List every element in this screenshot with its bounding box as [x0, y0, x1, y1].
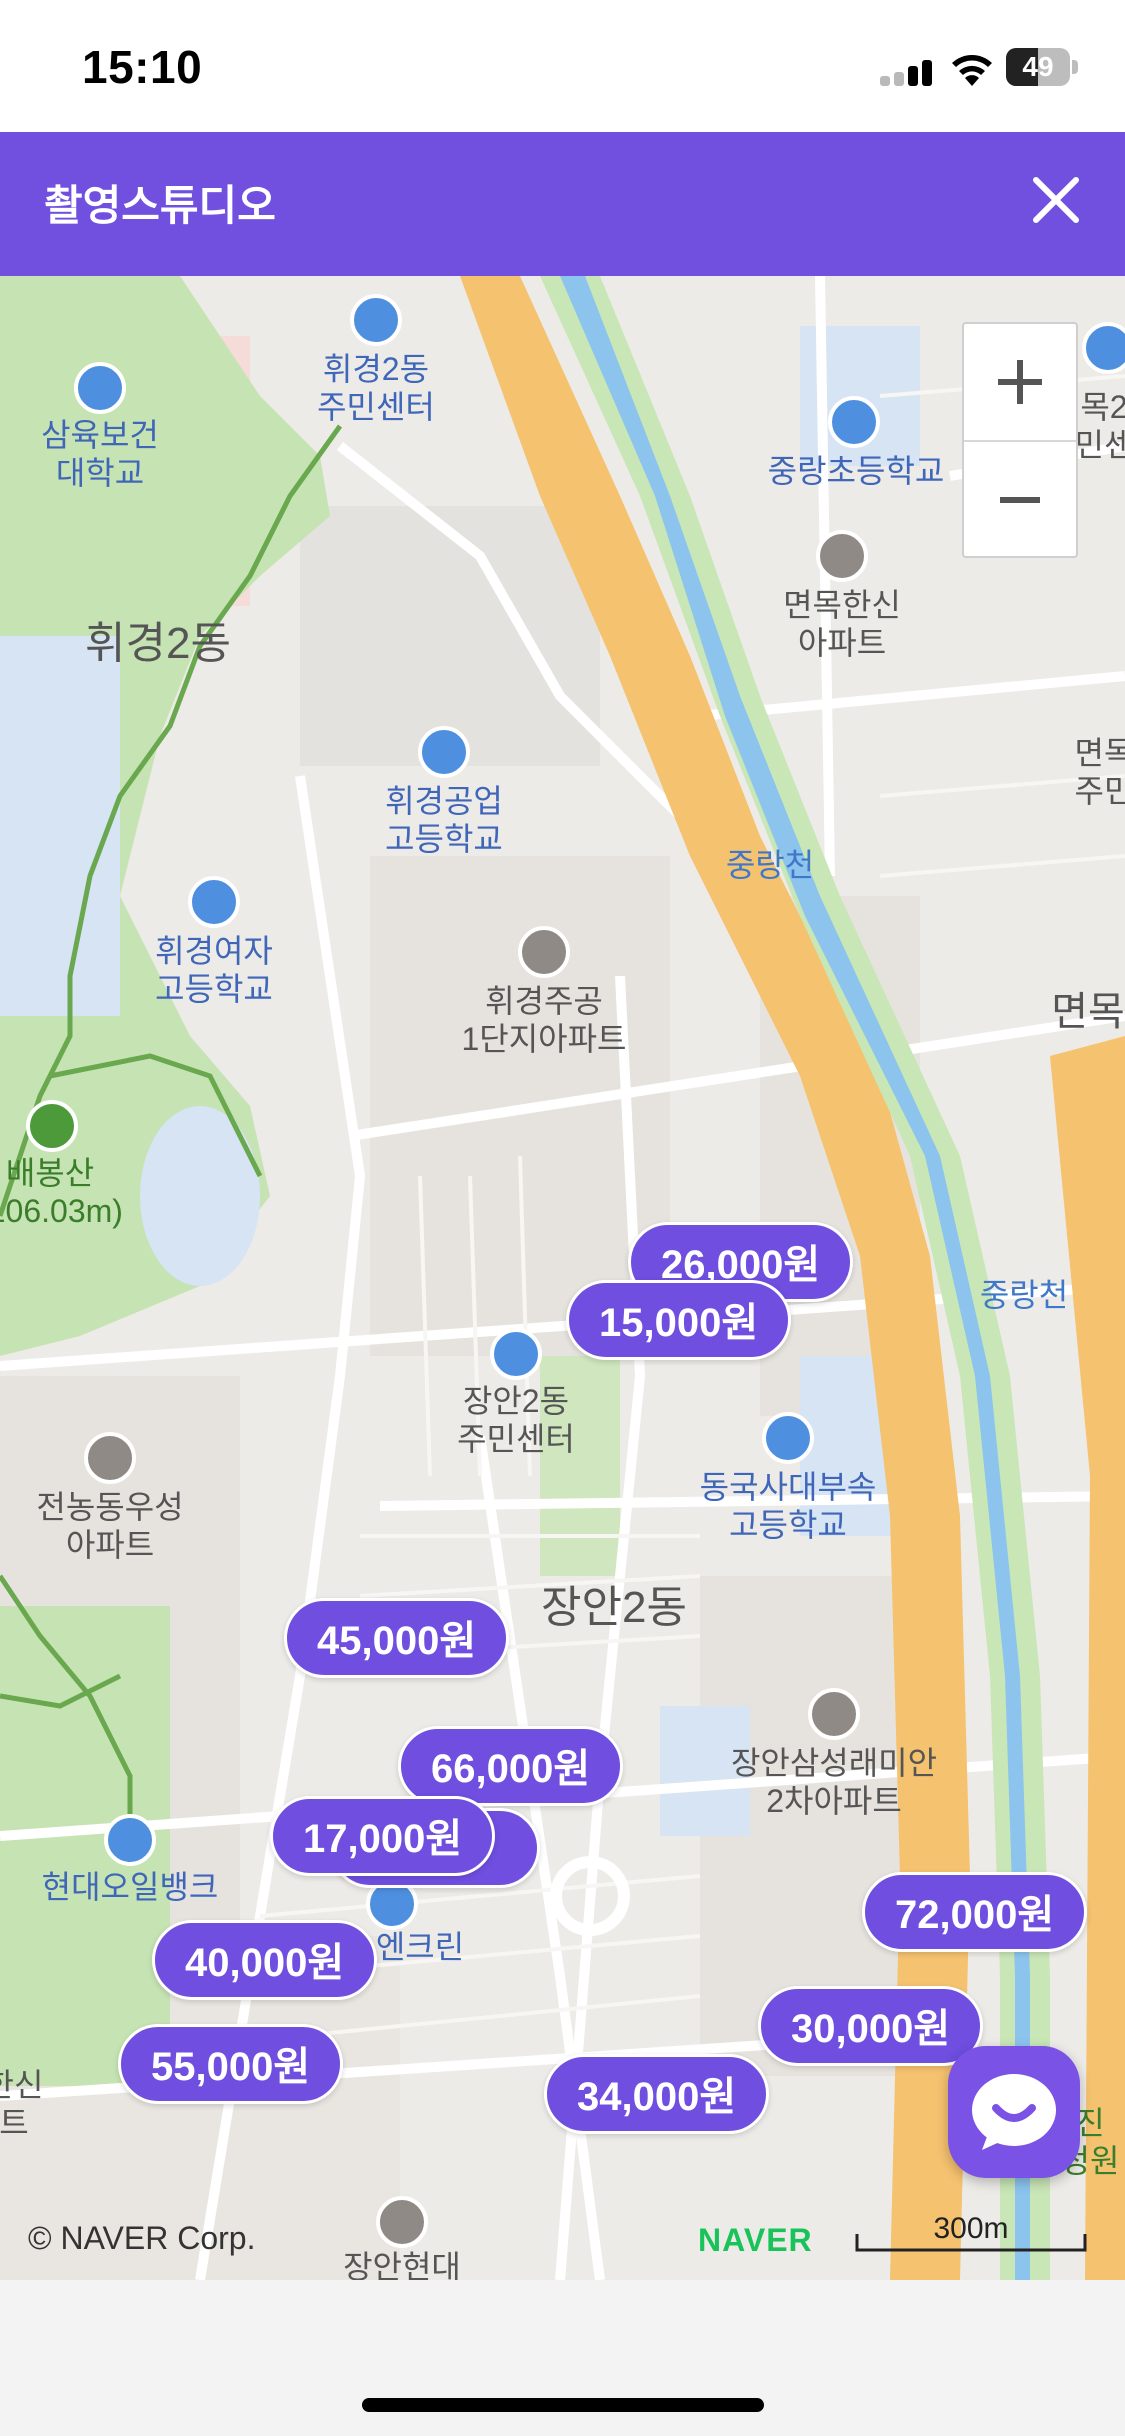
school-icon[interactable] [418, 726, 470, 778]
apartment-icon[interactable] [816, 530, 868, 582]
school-icon[interactable] [828, 396, 880, 448]
map-label-jangan2dong: 장안2동 [541, 1583, 687, 1632]
price-marker[interactable]: 66,000원 [398, 1726, 624, 1806]
map-view[interactable]: 휘경2동 주민센터 삼육보건 대학교 휘경2동 중랑초등학교 면목한신 아파트 … [0, 276, 1125, 2280]
map-copyright: © NAVER Corp. [28, 2220, 256, 2256]
mountain-icon[interactable] [26, 1100, 78, 1152]
map-label-baebongsan: 배봉산 (106.03m) [0, 1155, 123, 1230]
chat-button[interactable] [948, 2046, 1080, 2178]
price-marker[interactable]: 34,000원 [544, 2054, 770, 2134]
map-label-hwigyeong-girls-high: 휘경여자 고등학교 [155, 933, 273, 1008]
chat-icon [972, 2074, 1056, 2150]
plus-icon [998, 360, 1042, 404]
map-label-hwigyeong2dong: 휘경2동 [85, 619, 231, 668]
map-label-samyook-univ: 삼육보건 대학교 [41, 417, 159, 492]
price-marker[interactable]: 45,000원 [284, 1598, 510, 1678]
map-scale: 300m [855, 2212, 1087, 2252]
battery-icon: 49 [1006, 48, 1078, 86]
map-label-jangan-samsung: 장안삼성래미안 2차아파트 [730, 1745, 938, 1820]
battery-level: 49 [1022, 51, 1054, 82]
apartment-icon[interactable] [518, 926, 570, 978]
government-office-icon[interactable] [350, 294, 402, 346]
gas-station-icon[interactable] [104, 1814, 156, 1866]
apartment-icon[interactable] [808, 1688, 860, 1740]
map-label-hyundai-oilbank: 현대오일뱅크 [41, 1869, 219, 1905]
map-label-hwigyeong2dong-center: 휘경2동 주민센터 [317, 351, 435, 426]
map-label-hwigyeong-tech-high: 휘경공업 고등학교 [385, 783, 503, 858]
apartment-icon[interactable] [376, 2196, 428, 2248]
map-label-jeonnong-wooseong: 전농동우성 아파트 [36, 1489, 184, 1564]
apartment-icon[interactable] [84, 1432, 136, 1484]
header-bar: 촬영스튜디오 [0, 132, 1125, 276]
status-bar: 15:10 49 [0, 0, 1125, 132]
zoom-out-button[interactable] [964, 442, 1076, 558]
government-office-icon[interactable] [490, 1328, 542, 1380]
map-label-hanshin: 한신 트 [0, 2067, 44, 2142]
price-marker[interactable]: 55,000원 [118, 2024, 344, 2104]
naver-logo[interactable]: NAVER [698, 2222, 813, 2259]
home-indicator[interactable] [362, 2398, 764, 2412]
minus-icon [1000, 497, 1040, 503]
map-label-jangan-hyundai: 장안현대 [343, 2249, 461, 2280]
map-label-junglangcheon: 중랑천 [979, 1277, 1069, 1313]
map-label-junglangcheon: 중랑천 [725, 847, 815, 883]
price-marker[interactable]: 17,000원 [270, 1796, 496, 1876]
page-title: 촬영스튜디오 [44, 182, 276, 229]
bottom-safe-area [0, 2280, 1125, 2436]
price-marker[interactable]: 40,000원 [152, 1920, 378, 2000]
map-label-hwigyeong-jugong: 휘경주공 1단지아파트 [461, 983, 627, 1058]
school-icon[interactable] [188, 876, 240, 928]
map-label-myeonmok-center: 면목 주민 [1074, 735, 1125, 810]
map-label-eklean: 엔크린 [375, 1929, 465, 1965]
school-icon[interactable] [74, 362, 126, 414]
price-marker[interactable]: 72,000원 [862, 1872, 1088, 1952]
map-label-dongguk-high: 동국사대부속 고등학교 [699, 1469, 877, 1544]
close-icon[interactable] [1020, 164, 1092, 236]
cellular-signal-icon [880, 58, 936, 86]
map-label-jangan2dong-center: 장안2동 주민센터 [457, 1383, 575, 1458]
status-time: 15:10 [82, 41, 203, 93]
price-marker[interactable]: 15,000원 [566, 1280, 792, 1360]
map-label-myeonmok: 면목 [1051, 990, 1125, 1034]
map-label-junglang-elem: 중랑초등학교 [767, 453, 945, 489]
zoom-control [962, 322, 1078, 558]
zoom-in-button[interactable] [964, 324, 1076, 440]
wifi-icon [952, 55, 992, 86]
school-icon[interactable] [762, 1412, 814, 1464]
map-label-myeonmok-hanshin: 면목한신 아파트 [783, 587, 901, 662]
government-office-icon[interactable] [1082, 322, 1125, 374]
map-label-myeonmok2-center: 목2 민센 [1074, 389, 1125, 464]
